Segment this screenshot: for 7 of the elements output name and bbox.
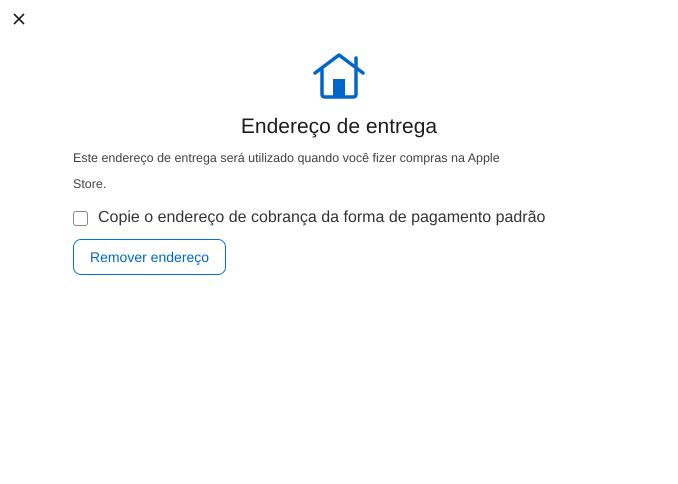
close-icon[interactable] [13, 13, 25, 25]
checkbox[interactable] [73, 210, 88, 226]
checkbox-label: Copie o endereço de cobrança da forma de pagamento padrão [98, 209, 546, 227]
remove-address-button[interactable]: Remover endereço [73, 239, 226, 275]
dialog-title: Endereço de entrega [240, 114, 438, 140]
description-text: Este endereço de entrega será utilizado quando você fizer compras na Apple Store. [73, 150, 501, 193]
house-icon [313, 53, 365, 99]
